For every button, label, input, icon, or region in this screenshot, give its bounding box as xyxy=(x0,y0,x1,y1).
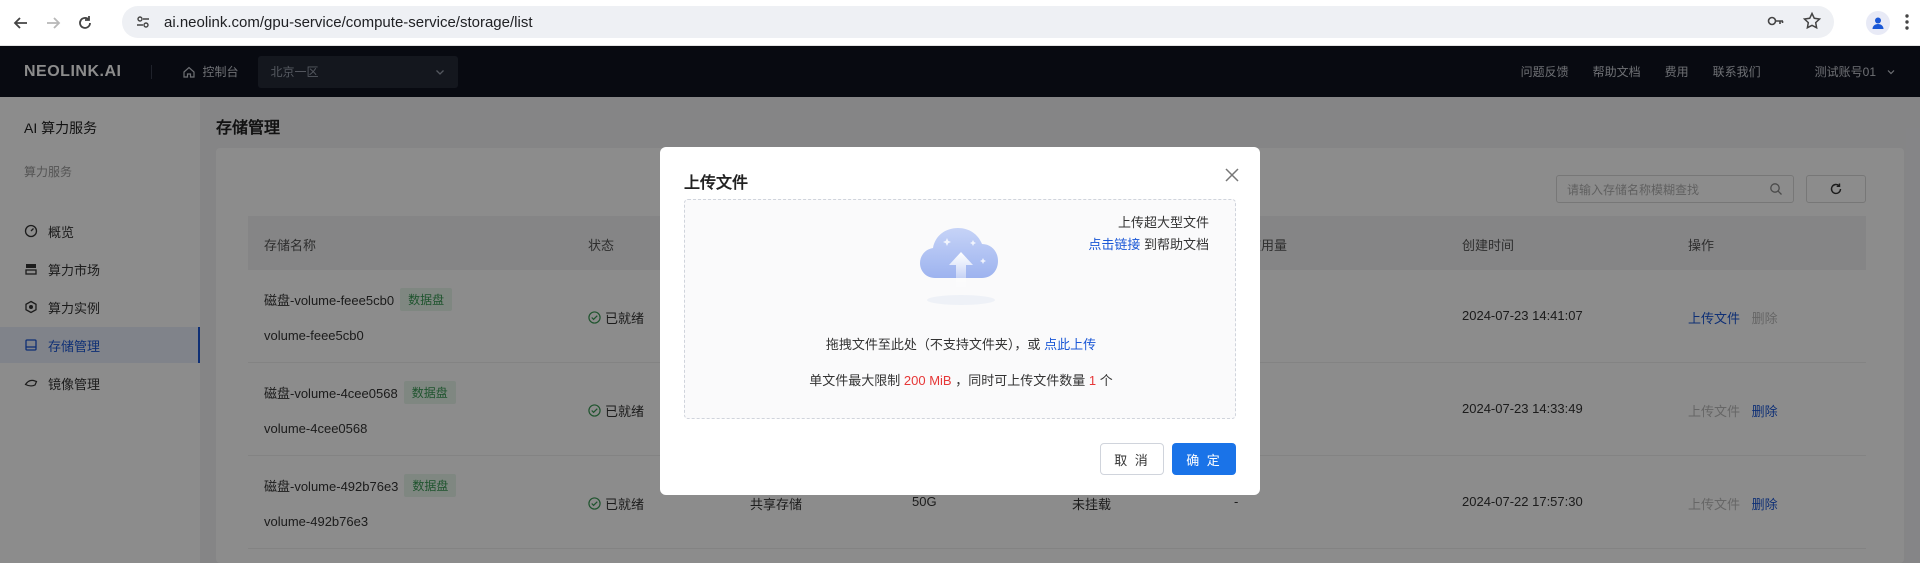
limit-count: 1 xyxy=(1088,373,1097,388)
file-dropzone[interactable]: 上传超大型文件 点击链接 到帮助文档 拖拽文件至此处（不支持文件夹），或 点此上… xyxy=(684,199,1236,419)
dialog-title: 上传文件 xyxy=(684,175,749,192)
address-bar[interactable]: ai.neolink.com/gpu-service/compute-servi… xyxy=(122,6,1834,38)
reload-icon[interactable] xyxy=(74,12,96,34)
large-file-hint: 上传超大型文件 点击链接 到帮助文档 xyxy=(1088,212,1209,256)
confirm-button[interactable]: 确 定 xyxy=(1172,443,1236,475)
upload-limit-hint: 单文件最大限制 200 MiB ，同时可上传文件数量 1 个 xyxy=(685,370,1237,389)
click-upload-link[interactable]: 点此上传 xyxy=(1044,337,1096,352)
limit-prefix: 单文件最大限制 xyxy=(809,373,901,388)
more-menu-icon[interactable] xyxy=(1904,13,1910,34)
close-icon[interactable] xyxy=(1222,165,1242,185)
site-settings-icon[interactable] xyxy=(132,11,154,33)
browser-toolbar: ai.neolink.com/gpu-service/compute-servi… xyxy=(0,0,1920,46)
profile-icon[interactable] xyxy=(1866,11,1890,35)
bookmark-star-icon[interactable] xyxy=(1802,11,1822,34)
forward-icon[interactable] xyxy=(42,12,64,34)
drop-instruction: 拖拽文件至此处（不支持文件夹），或 点此上传 xyxy=(685,334,1237,353)
limit-size: 200 MiB xyxy=(903,373,952,388)
large-file-label: 上传超大型文件 xyxy=(1117,215,1209,230)
cancel-button[interactable]: 取 消 xyxy=(1100,443,1164,475)
upload-file-dialog: 上传文件 上传超大型文件 点击链接 到帮助文档 拖拽文件至此处（不支持文件夹），… xyxy=(660,147,1260,495)
url-text[interactable]: ai.neolink.com/gpu-service/compute-servi… xyxy=(164,14,533,31)
back-icon[interactable] xyxy=(10,12,32,34)
password-key-icon[interactable] xyxy=(1766,11,1786,34)
help-link-suffix: 到帮助文档 xyxy=(1143,237,1209,252)
cloud-upload-icon xyxy=(920,228,998,305)
limit-suffix: 个 xyxy=(1099,373,1113,388)
help-link[interactable]: 点击链接 xyxy=(1088,237,1140,252)
drop-text: 拖拽文件至此处（不支持文件夹），或 xyxy=(825,337,1041,352)
limit-mid: ，同时可上传文件数量 xyxy=(955,373,1086,388)
